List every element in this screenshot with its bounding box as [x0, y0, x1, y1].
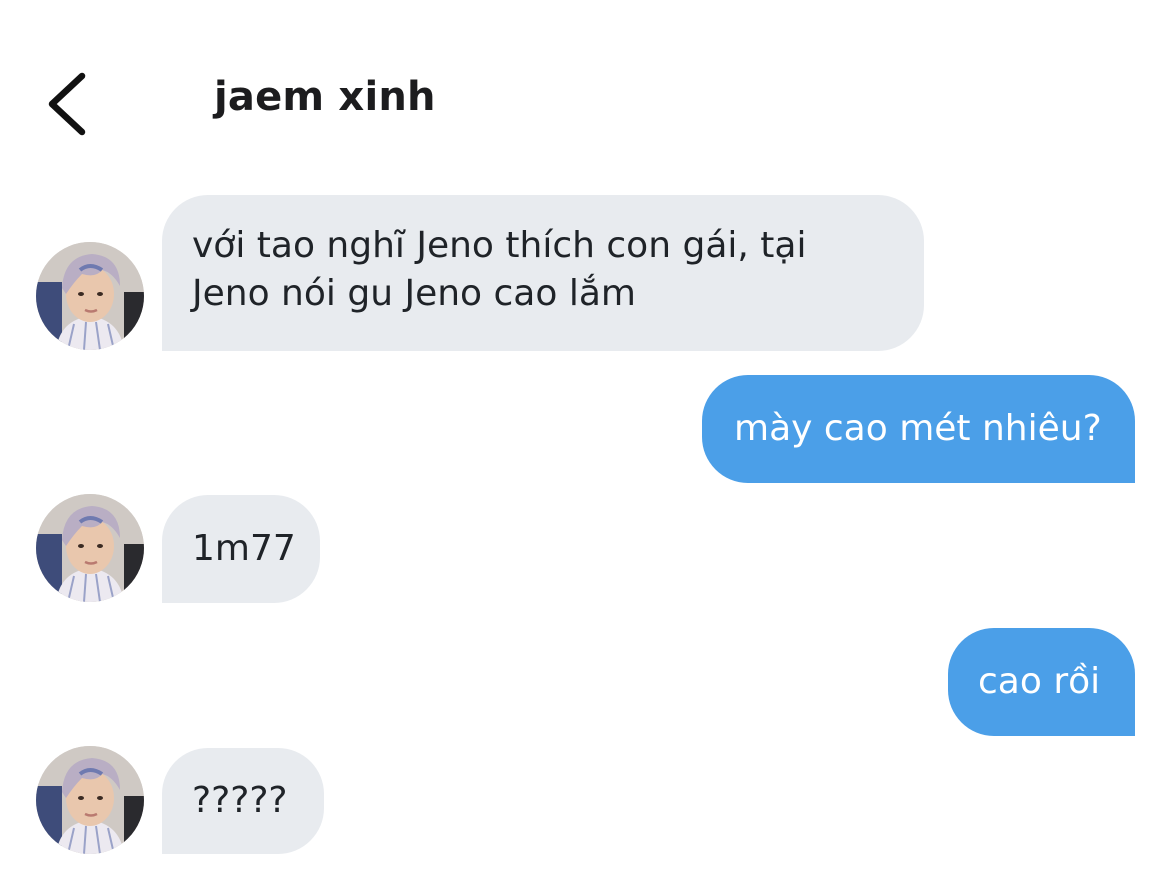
message-text: cao rồi — [978, 661, 1101, 702]
back-button[interactable] — [38, 68, 98, 140]
avatar[interactable] — [36, 746, 144, 854]
message-bubble-incoming[interactable]: ????? — [162, 748, 324, 854]
chevron-left-icon — [48, 72, 86, 136]
avatar[interactable] — [36, 494, 144, 602]
avatar[interactable] — [36, 242, 144, 350]
message-bubble-incoming[interactable]: với tao nghĩ Jeno thích con gái, tại Jen… — [162, 195, 924, 351]
message-bubble-outgoing[interactable]: cao rồi — [948, 628, 1135, 736]
message-text: mày cao mét nhiêu? — [734, 408, 1102, 449]
message-bubble-incoming[interactable]: 1m77 — [162, 495, 320, 603]
avatar-image — [36, 242, 144, 350]
conversation-title: jaem xinh — [214, 74, 436, 120]
message-text: ????? — [192, 780, 288, 821]
avatar-image — [36, 746, 144, 854]
avatar-image — [36, 494, 144, 602]
message-bubble-outgoing[interactable]: mày cao mét nhiêu? — [702, 375, 1135, 483]
message-text-line: Jeno nói gu Jeno cao lắm — [192, 273, 636, 314]
message-text: 1m77 — [192, 528, 296, 569]
message-text-line: với tao nghĩ Jeno thích con gái, tại — [192, 225, 807, 266]
chat-screen: jaem xinh với tao nghĩ Jeno thích con gá… — [0, 0, 1169, 874]
